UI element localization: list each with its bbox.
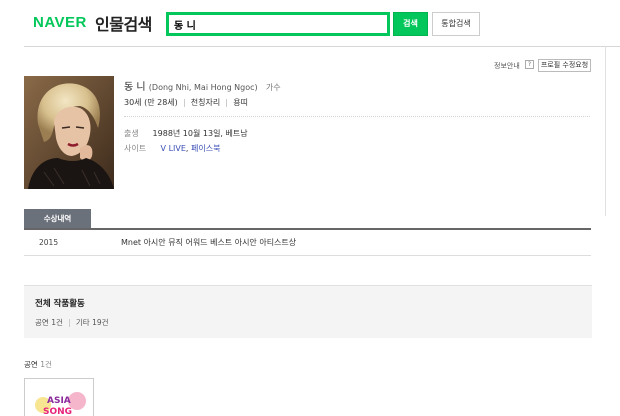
site-link-vlive[interactable]: V LIVE	[161, 144, 186, 153]
award-title: Mnet 아시안 뮤직 어워드 베스트 아시안 아티스트상	[121, 238, 297, 247]
content-border	[605, 46, 606, 216]
awards-bottom-border	[24, 255, 591, 256]
search-input[interactable]	[174, 17, 374, 32]
site-row: 사이트 V LIVE, 페이스북	[124, 144, 221, 153]
header-divider	[24, 46, 620, 47]
separator	[226, 98, 228, 107]
birth-row: 출생 1988년 10월 13일, 베트남	[124, 128, 248, 139]
person-animal[interactable]: 용띠	[233, 98, 248, 107]
person-english-name: (Dong Nhi, Mai Hong Ngoc)	[148, 83, 258, 92]
profile-edit-request-button[interactable]: 프로필 수정요청	[538, 59, 591, 72]
person-name: 동 니	[124, 82, 146, 93]
separator	[68, 319, 70, 327]
info-link[interactable]: 정보안내	[494, 61, 520, 71]
works-counts: 공연 1건 기타 19건	[35, 317, 109, 328]
profile-photo[interactable]	[24, 76, 114, 189]
birth-value: 1988년 10월 13일, 베트남	[152, 129, 248, 138]
naver-logo[interactable]: NAVER	[33, 14, 87, 31]
person-meta: 30세 (만 28세) 천칭자리 용띠	[124, 97, 248, 108]
awards-top-border	[24, 228, 591, 230]
person-age: 30세 (만 28세)	[124, 98, 178, 107]
award-year: 2015	[39, 238, 59, 247]
help-icon[interactable]: ?	[525, 60, 534, 69]
person-job: 가수	[265, 83, 281, 92]
tab-awards[interactable]: 수상내역	[24, 209, 91, 228]
person-name-line: 동 니 (Dong Nhi, Mai Hong Ngoc) 가수	[124, 78, 281, 93]
works-title: 전체 작품활동	[35, 299, 85, 309]
separator	[183, 98, 185, 107]
search-box[interactable]	[166, 12, 390, 36]
asia-song-festival-image: ASIA SONG	[25, 379, 93, 416]
portrait-image	[24, 76, 114, 189]
site-link-facebook[interactable]: 페이스북	[191, 144, 220, 153]
works-count-other[interactable]: 기타 19건	[76, 318, 109, 327]
header: NAVER 인물검색 검색 통합검색	[0, 0, 620, 46]
works-summary: 전체 작품활동 공연 1건 기타 19건	[24, 285, 592, 338]
birth-label: 출생	[124, 129, 139, 138]
svg-text:ASIA: ASIA	[47, 396, 71, 406]
works-count-performance[interactable]: 공연 1건	[35, 318, 63, 327]
service-title[interactable]: 인물검색	[95, 11, 152, 35]
person-zodiac[interactable]: 천칭자리	[191, 98, 220, 107]
profile-divider	[124, 116, 590, 117]
search-button[interactable]: 검색	[393, 12, 428, 36]
site-label: 사이트	[124, 144, 147, 153]
performance-section-label: 공연 1건	[24, 360, 52, 369]
performance-thumbnail[interactable]: ASIA SONG	[24, 378, 94, 416]
total-search-button[interactable]: 통합검색	[432, 12, 480, 36]
svg-text:SONG: SONG	[43, 407, 72, 416]
